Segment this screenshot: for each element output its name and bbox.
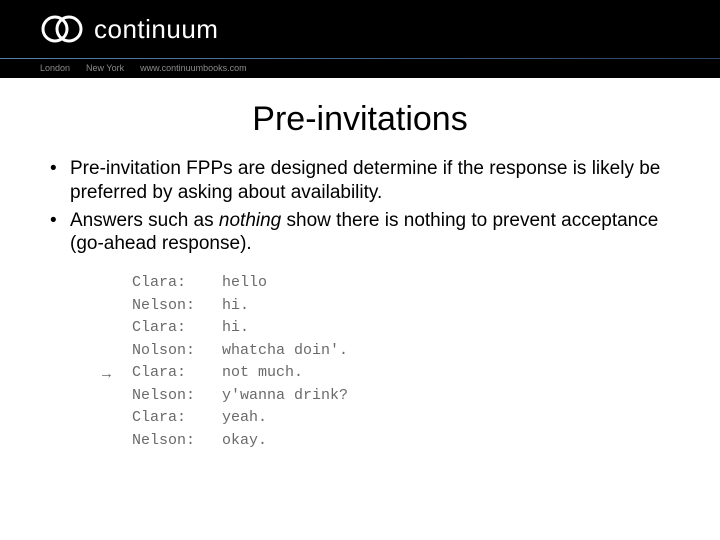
dialogue-row: Clara:not much. (132, 362, 690, 385)
dialogue-line: okay. (222, 430, 267, 453)
brand-name: continuum (94, 14, 218, 45)
header-meta: London New York www.continuumbooks.com (0, 59, 720, 77)
dialogue-row: Nelson:okay. (132, 430, 690, 453)
dialogue-speaker: Clara: (132, 362, 222, 385)
dialogue-speaker: Nelson: (132, 385, 222, 408)
brand-logo: continuum (40, 7, 218, 51)
dialogue-row: Clara:hello (132, 272, 690, 295)
header-top: continuum (0, 0, 720, 58)
dialogue-line: y'wanna drink? (222, 385, 348, 408)
dialogue-row: Nelson:y'wanna drink? (132, 385, 690, 408)
dialogue-row: Nolson:whatcha doin'. (132, 340, 690, 363)
dialogue-line: hi. (222, 295, 249, 318)
dialogue-speaker: Clara: (132, 272, 222, 295)
bullet-item: Pre-invitation FPPs are designed determi… (50, 157, 690, 205)
slide-content: Pre-invitation FPPs are designed determi… (0, 157, 720, 452)
dialogue-speaker: Nolson: (132, 340, 222, 363)
brand-url: www.continuumbooks.com (140, 63, 247, 73)
dialogue-line: whatcha doin'. (222, 340, 348, 363)
bullet-list: Pre-invitation FPPs are designed determi… (50, 157, 690, 256)
continuum-logo-icon (40, 7, 84, 51)
dialogue-line: yeah. (222, 407, 267, 430)
bullet-item: Answers such as nothing show there is no… (50, 209, 690, 257)
dialogue-line: hello (222, 272, 267, 295)
arrow-marker-icon: → (102, 364, 111, 387)
city-label: New York (86, 63, 124, 73)
dialogue-speaker: Nelson: (132, 295, 222, 318)
dialogue-speaker: Clara: (132, 317, 222, 340)
italic-text: nothing (219, 210, 281, 231)
city-label: London (40, 63, 70, 73)
brand-header: continuum London New York www.continuumb… (0, 0, 720, 78)
dialogue-speaker: Nelson: (132, 430, 222, 453)
dialogue-row: Clara:hi. (132, 317, 690, 340)
dialogue-row: Nelson:hi. (132, 295, 690, 318)
dialogue-line: not much. (222, 362, 303, 385)
dialogue-transcript: → Clara:helloNelson:hi.Clara:hi.Nolson:w… (132, 272, 690, 452)
dialogue-speaker: Clara: (132, 407, 222, 430)
slide-title: Pre-invitations (0, 100, 720, 139)
dialogue-row: Clara:yeah. (132, 407, 690, 430)
dialogue-line: hi. (222, 317, 249, 340)
